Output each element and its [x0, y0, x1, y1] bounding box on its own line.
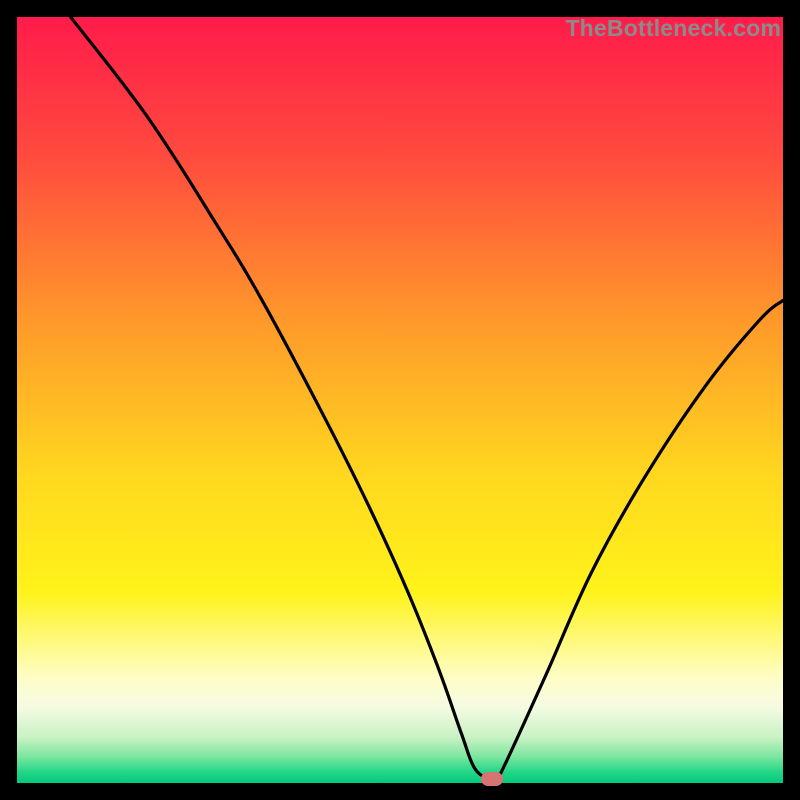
chart-frame: TheBottleneck.com: [17, 17, 783, 783]
chart-background: [17, 17, 783, 783]
